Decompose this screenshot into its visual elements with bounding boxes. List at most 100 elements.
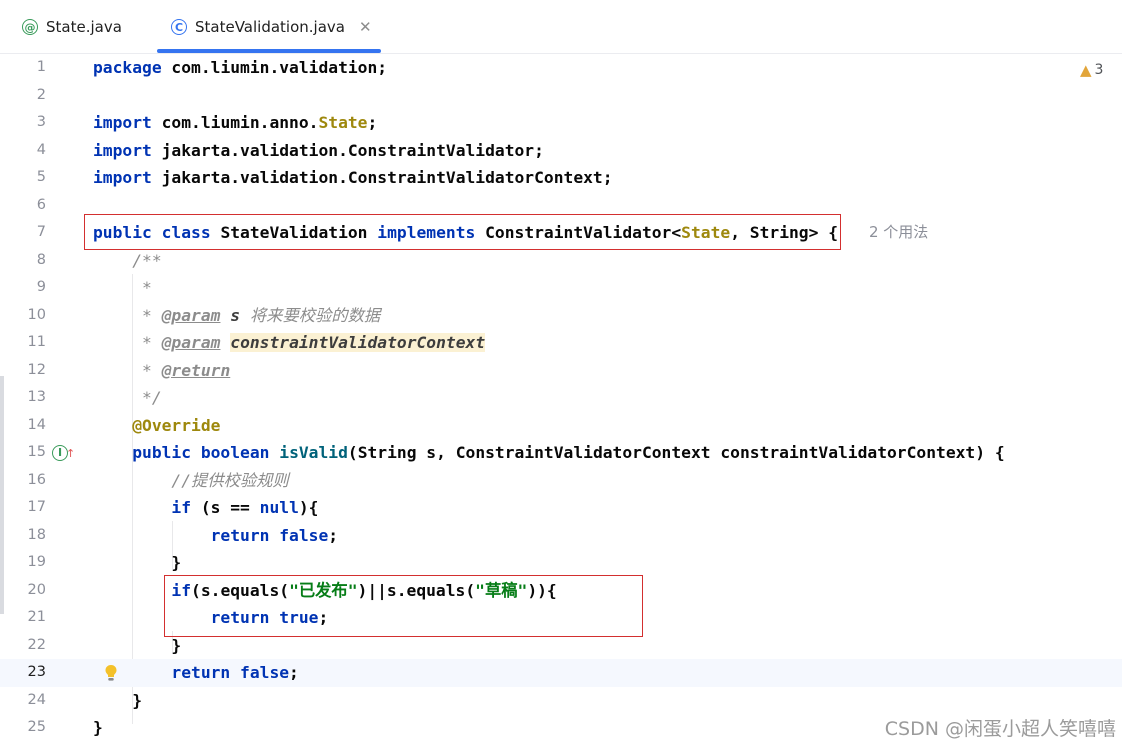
- code-text: /**: [93, 247, 162, 275]
- code-line[interactable]: 22 }: [0, 632, 1122, 660]
- line-number[interactable]: 19: [0, 549, 46, 577]
- usages-hint[interactable]: 2 个用法: [869, 219, 928, 247]
- code-token: 将来要校验的数据: [240, 305, 381, 325]
- tab-label: State.java: [46, 18, 122, 36]
- lightbulb-icon[interactable]: [104, 664, 118, 682]
- code-token: , String> {: [730, 223, 839, 242]
- code-token: (String s, ConstraintValidatorContext co…: [347, 443, 1005, 462]
- code-token: return false: [93, 525, 329, 545]
- line-number[interactable]: 14: [0, 412, 46, 440]
- line-number[interactable]: 16: [0, 467, 46, 495]
- code-token: return true: [93, 608, 319, 627]
- code-line[interactable]: 1 package com.liumin.validation;: [0, 54, 1122, 82]
- code-line[interactable]: 17 if (s == null){: [0, 494, 1122, 522]
- code-line[interactable]: 7 public class StateValidation implements…: [0, 219, 1122, 247]
- code-line[interactable]: 2: [0, 82, 1122, 110]
- code-token: /**: [93, 250, 162, 270]
- code-token: implements: [377, 223, 476, 242]
- code-text: import com.liumin.anno.State;: [93, 109, 377, 137]
- code-token: }: [93, 635, 182, 655]
- inspection-widget[interactable]: ▲ 3: [1080, 61, 1103, 79]
- code-line[interactable]: 20 if(s.equals("已发布")||s.equals("草稿")){: [0, 577, 1122, 605]
- line-number[interactable]: 11: [0, 329, 46, 357]
- code-text: }: [93, 632, 181, 660]
- code-line[interactable]: 24 }: [0, 687, 1122, 715]
- watermark: CSDN @闲蛋小超人笑嘻嘻: [884, 718, 1116, 740]
- line-number[interactable]: 6: [0, 192, 46, 220]
- code-token: ;: [289, 663, 299, 682]
- line-number[interactable]: 25: [0, 714, 46, 742]
- code-line[interactable]: 23 return false;: [0, 659, 1122, 687]
- code-token: "已发布": [289, 580, 358, 600]
- code-token: *: [93, 305, 162, 325]
- code-line[interactable]: 13 */: [0, 384, 1122, 412]
- code-token: if: [93, 580, 192, 600]
- code-line[interactable]: 5 import jakarta.validation.ConstraintVal…: [0, 164, 1122, 192]
- code-token: ;: [367, 113, 378, 132]
- code-token: @param: [161, 305, 221, 325]
- code-line[interactable]: 18 return false;: [0, 522, 1122, 550]
- code-line[interactable]: 11 * @param constraintValidatorContext: [0, 329, 1122, 357]
- line-number[interactable]: 7: [0, 219, 46, 247]
- code-line[interactable]: 8 /**: [0, 247, 1122, 275]
- code-line[interactable]: 9 *: [0, 274, 1122, 302]
- line-number[interactable]: 18: [0, 522, 46, 550]
- line-number[interactable]: 12: [0, 357, 46, 385]
- line-number[interactable]: 8: [0, 247, 46, 275]
- code-token: )||s.equals(: [357, 580, 476, 600]
- line-number[interactable]: 1: [0, 54, 46, 82]
- code-token: ConstraintValidator<: [475, 223, 682, 242]
- code-text: return false;: [93, 522, 338, 550]
- code-line[interactable]: 19 }: [0, 549, 1122, 577]
- code-line[interactable]: 21 return true;: [0, 604, 1122, 632]
- line-number[interactable]: 17: [0, 494, 46, 522]
- line-number[interactable]: 23: [0, 659, 46, 687]
- code-line[interactable]: 14 @Override: [0, 412, 1122, 440]
- code-line[interactable]: 4 import jakarta.validation.ConstraintVal…: [0, 137, 1122, 165]
- code-token: return false: [93, 663, 290, 682]
- code-text: package com.liumin.validation;: [93, 54, 387, 82]
- close-icon[interactable]: ✕: [359, 18, 372, 36]
- warning-count: 3: [1094, 62, 1104, 78]
- code-token: //提供校验规则: [93, 470, 289, 490]
- code-token: public class: [93, 223, 211, 242]
- line-number[interactable]: 20: [0, 577, 46, 605]
- code-text: return false;: [93, 659, 299, 687]
- tab-statevalidation-java[interactable]: C StateValidation.java ✕: [171, 0, 372, 54]
- code-line[interactable]: 3 import com.liumin.anno.State;: [0, 109, 1122, 137]
- code-token: ;: [328, 525, 339, 545]
- line-number[interactable]: 24: [0, 687, 46, 715]
- line-number[interactable]: 21: [0, 604, 46, 632]
- navigate-up-arrow-icon: ↑: [66, 447, 76, 460]
- code-token: */: [93, 388, 162, 407]
- code-editor[interactable]: 1 package com.liumin.validation; 2 3 import …: [0, 54, 1122, 747]
- line-number[interactable]: 9: [0, 274, 46, 302]
- line-number[interactable]: 13: [0, 384, 46, 412]
- line-number[interactable]: 5: [0, 164, 46, 192]
- tab-state-java[interactable]: @ State.java: [22, 0, 122, 54]
- code-text: * @param s 将来要校验的数据: [93, 302, 380, 330]
- code-line[interactable]: 6: [0, 192, 1122, 220]
- code-token: @param: [161, 333, 221, 352]
- code-token: jakarta.validation.ConstraintValidatorCo…: [151, 168, 613, 187]
- code-line[interactable]: 15 public boolean isValid(String s, Cons…: [0, 439, 1122, 467]
- line-number[interactable]: 10: [0, 302, 46, 330]
- line-number[interactable]: 4: [0, 137, 46, 165]
- line-number[interactable]: 3: [0, 109, 46, 137]
- line-number[interactable]: 2: [0, 82, 46, 110]
- code-token: *: [93, 333, 162, 352]
- code-text: return true;: [93, 604, 329, 632]
- code-text: *: [93, 274, 152, 302]
- code-line[interactable]: 16 //提供校验规则: [0, 467, 1122, 495]
- code-token: StateValidation: [210, 223, 378, 242]
- line-number[interactable]: 15: [0, 439, 46, 467]
- annotation-icon: @: [22, 19, 38, 35]
- code-token: import: [93, 140, 152, 160]
- code-line[interactable]: 12 * @return: [0, 357, 1122, 385]
- code-token: }: [93, 690, 143, 710]
- code-line[interactable]: 10 * @param s 将来要校验的数据: [0, 302, 1122, 330]
- code-token: (s.equals(: [191, 580, 290, 600]
- line-number[interactable]: 22: [0, 632, 46, 660]
- code-token: }: [93, 553, 182, 572]
